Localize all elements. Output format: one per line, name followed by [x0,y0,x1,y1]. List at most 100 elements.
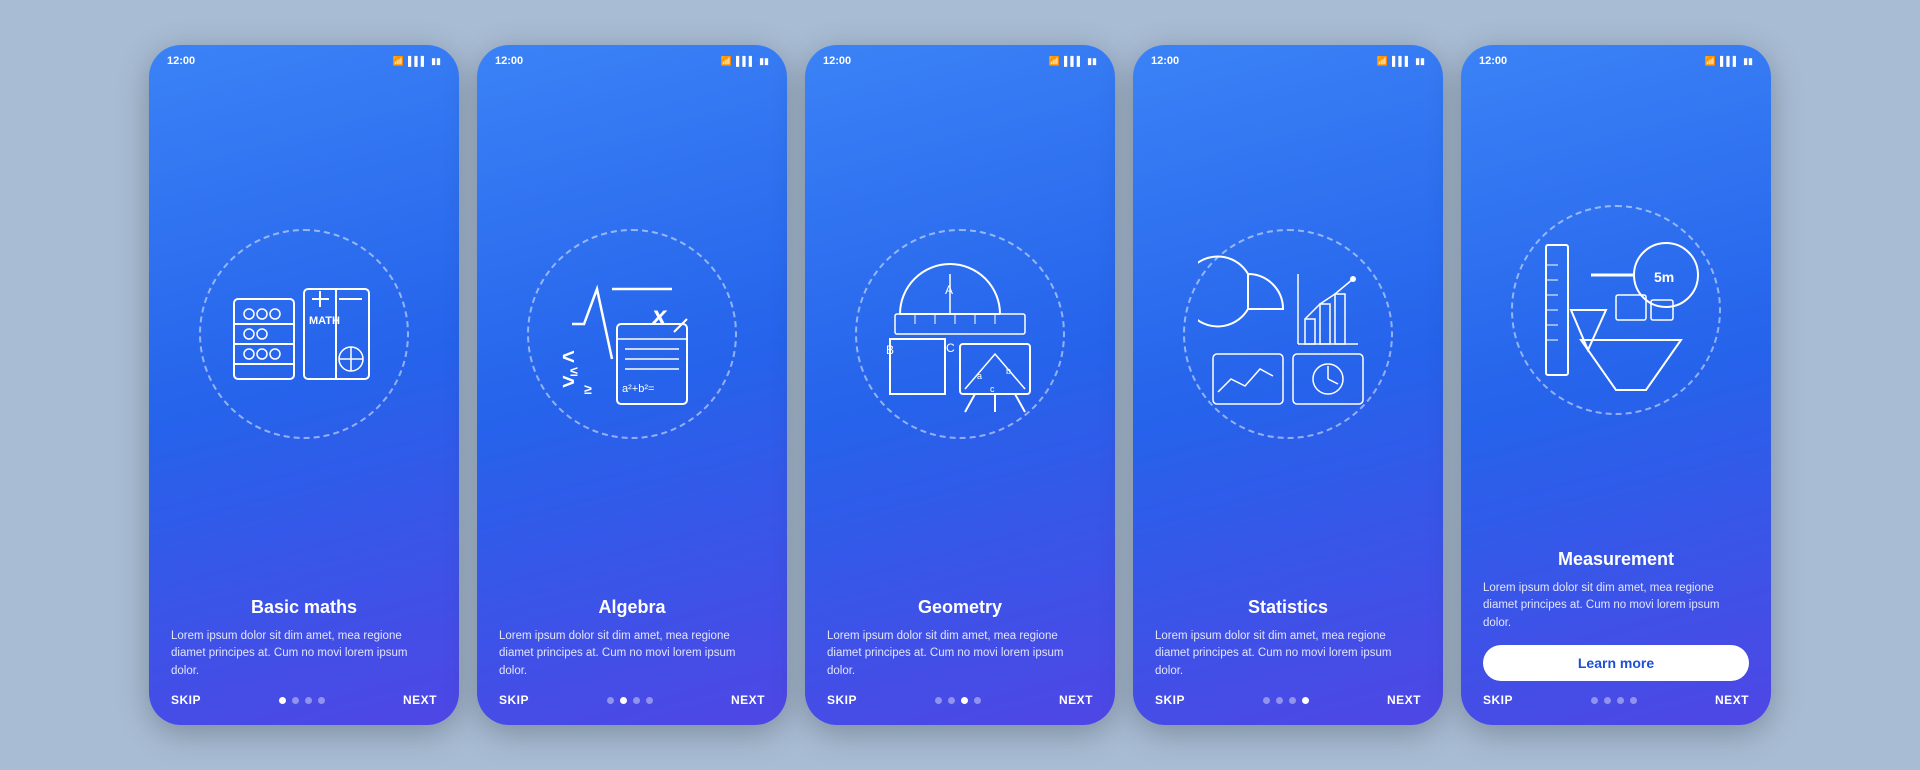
icon-area-4 [1133,71,1443,597]
bottom-nav-4: SKIP NEXT [1133,693,1443,725]
dot-4-4 [1302,697,1309,704]
skip-button-1[interactable]: SKIP [171,693,201,707]
icon-area-2: x a²+b²= < > ≤ ≥ [477,71,787,597]
measurement-icon: 5m [1526,220,1706,400]
screen-body-1: Lorem ipsum dolor sit dim amet, mea regi… [171,628,437,681]
signal-icon-5: ▌▌▌ [1720,56,1739,66]
text-section-4: Statistics Lorem ipsum dolor sit dim ame… [1133,597,1443,693]
dot-4-1 [1263,697,1270,704]
signal-icon-3: ▌▌▌ [1064,56,1083,66]
dot-3-3 [961,697,968,704]
screen-body-4: Lorem ipsum dolor sit dim amet, mea regi… [1155,628,1421,681]
skip-button-5[interactable]: SKIP [1483,693,1513,707]
next-button-4[interactable]: NEXT [1387,693,1421,707]
signal-icon-4: ▌▌▌ [1392,56,1411,66]
basic-maths-icon: MATH [214,244,394,424]
status-icons-3: 📶 ▌▌▌ ▮▮ [1049,56,1097,67]
dot-2-2 [620,697,627,704]
svg-text:a²+b²=: a²+b²= [622,383,654,395]
icon-area-5: 5m [1461,71,1771,549]
screen-statistics: 12:00 📶 ▌▌▌ ▮▮ [1133,45,1443,725]
dot-3-2 [948,697,955,704]
svg-text:≥: ≥ [584,381,592,397]
dots-5 [1591,697,1637,704]
wifi-icon-3: 📶 [1049,56,1060,67]
next-button-2[interactable]: NEXT [731,693,765,707]
bottom-nav-5: SKIP NEXT [1461,693,1771,725]
geometry-icon: A B C a b c [870,244,1050,424]
dots-3 [935,697,981,704]
svg-text:C: C [946,341,955,355]
dot-4-2 [1276,697,1283,704]
status-time-4: 12:00 [1151,55,1179,67]
battery-icon-2: ▮▮ [759,56,769,67]
dot-2-4 [646,697,653,704]
dashed-circle-2: x a²+b²= < > ≤ ≥ [527,229,737,439]
skip-button-4[interactable]: SKIP [1155,693,1185,707]
svg-text:≤: ≤ [570,363,578,379]
bottom-nav-1: SKIP NEXT [149,693,459,725]
dot-1-2 [292,697,299,704]
screen-title-2: Algebra [499,597,765,618]
svg-text:A: A [945,283,953,297]
dot-5-1 [1591,697,1598,704]
status-icons-4: 📶 ▌▌▌ ▮▮ [1377,56,1425,67]
dot-1-4 [318,697,325,704]
dashed-circle-4 [1183,229,1393,439]
text-section-5: Measurement Lorem ipsum dolor sit dim am… [1461,549,1771,693]
status-bar-2: 12:00 📶 ▌▌▌ ▮▮ [477,45,787,71]
screen-basic-maths: 12:00 📶 ▌▌▌ ▮▮ [149,45,459,725]
screen-body-5: Lorem ipsum dolor sit dim amet, mea regi… [1483,580,1749,633]
svg-text:c: c [990,384,995,394]
dot-1-3 [305,697,312,704]
dot-2-1 [607,697,614,704]
dots-4 [1263,697,1309,704]
bottom-nav-2: SKIP NEXT [477,693,787,725]
svg-text:B: B [886,343,894,357]
wifi-icon-4: 📶 [1377,56,1388,67]
dashed-circle-1: MATH [199,229,409,439]
status-icons-1: 📶 ▌▌▌ ▮▮ [393,56,441,67]
status-bar-1: 12:00 📶 ▌▌▌ ▮▮ [149,45,459,71]
dot-2-3 [633,697,640,704]
screen-geometry: 12:00 📶 ▌▌▌ ▮▮ [805,45,1115,725]
screen-measurement: 12:00 📶 ▌▌▌ ▮▮ [1461,45,1771,725]
status-bar-5: 12:00 📶 ▌▌▌ ▮▮ [1461,45,1771,71]
dot-3-4 [974,697,981,704]
status-time-5: 12:00 [1479,55,1507,67]
screen-algebra: 12:00 📶 ▌▌▌ ▮▮ x [477,45,787,725]
bottom-nav-3: SKIP NEXT [805,693,1115,725]
signal-icon: ▌▌▌ [408,56,427,66]
next-button-5[interactable]: NEXT [1715,693,1749,707]
signal-icon-2: ▌▌▌ [736,56,755,66]
dot-4-3 [1289,697,1296,704]
battery-icon: ▮▮ [431,56,441,67]
battery-icon-4: ▮▮ [1415,56,1425,67]
wifi-icon: 📶 [393,56,404,67]
text-section-3: Geometry Lorem ipsum dolor sit dim amet,… [805,597,1115,693]
dashed-circle-5: 5m [1511,205,1721,415]
dot-1-1 [279,697,286,704]
svg-text:MATH: MATH [309,315,340,327]
svg-text:x: x [650,300,668,330]
text-section-2: Algebra Lorem ipsum dolor sit dim amet, … [477,597,787,693]
screen-title-4: Statistics [1155,597,1421,618]
svg-text:5m: 5m [1654,269,1674,285]
icon-area-3: A B C a b c [805,71,1115,597]
skip-button-3[interactable]: SKIP [827,693,857,707]
next-button-3[interactable]: NEXT [1059,693,1093,707]
status-bar-4: 12:00 📶 ▌▌▌ ▮▮ [1133,45,1443,71]
dot-5-4 [1630,697,1637,704]
battery-icon-5: ▮▮ [1743,56,1753,67]
next-button-1[interactable]: NEXT [403,693,437,707]
wifi-icon-5: 📶 [1705,56,1716,67]
screens-container: 12:00 📶 ▌▌▌ ▮▮ [149,45,1771,725]
dashed-circle-3: A B C a b c [855,229,1065,439]
learn-more-button[interactable]: Learn more [1483,645,1749,681]
battery-icon-3: ▮▮ [1087,56,1097,67]
skip-button-2[interactable]: SKIP [499,693,529,707]
status-time-3: 12:00 [823,55,851,67]
wifi-icon-2: 📶 [721,56,732,67]
dot-5-2 [1604,697,1611,704]
svg-text:b: b [1006,366,1011,376]
